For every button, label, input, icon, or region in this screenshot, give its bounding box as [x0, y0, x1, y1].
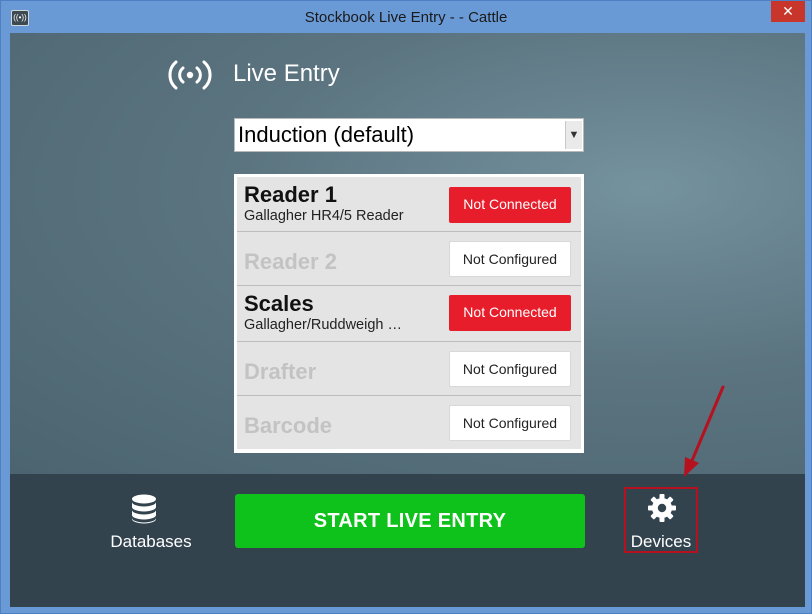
reader-2-status-button[interactable]: Not Configured — [449, 241, 571, 277]
title-bar: ((•)) Stockbook Live Entry - - Cattle ✕ — [1, 1, 811, 33]
page-title: Live Entry — [233, 60, 340, 87]
device-name: Drafter — [244, 359, 317, 384]
device-row-drafter: Drafter Not Configured — [237, 342, 581, 396]
start-live-entry-button[interactable]: START LIVE ENTRY — [235, 494, 585, 548]
device-row-reader-2: Reader 2 Not Configured — [237, 232, 581, 286]
databases-button[interactable]: Databases — [101, 532, 201, 552]
mode-select-value: Induction (default) — [238, 122, 415, 147]
broadcast-icon — [168, 60, 212, 90]
device-name: Barcode — [244, 413, 333, 438]
annotation-arrow-icon — [684, 385, 725, 477]
device-subtitle: Gallagher HR4/5 Reader — [244, 208, 404, 224]
device-row-barcode: Barcode Not Configured — [237, 396, 581, 449]
device-row-reader-1: Reader 1 Gallagher HR4/5 Reader Not Conn… — [237, 177, 581, 232]
device-list: Reader 1 Gallagher HR4/5 Reader Not Conn… — [234, 174, 584, 453]
chevron-down-icon[interactable]: ▼ — [565, 121, 582, 149]
annotation-highlight-box — [624, 487, 698, 553]
reader-1-status-button[interactable]: Not Connected — [449, 187, 571, 223]
device-name: Reader 2 — [244, 249, 337, 274]
app-window: ((•)) Stockbook Live Entry - - Cattle ✕ … — [0, 0, 812, 614]
device-subtitle: Gallagher/Ruddweigh … — [244, 317, 402, 333]
database-icon[interactable] — [131, 494, 157, 524]
window-title: Stockbook Live Entry - - Cattle — [304, 9, 508, 26]
scales-status-button[interactable]: Not Connected — [449, 295, 571, 331]
drafter-status-button[interactable]: Not Configured — [449, 351, 571, 387]
mode-select[interactable]: Induction (default) ▼ — [234, 118, 584, 152]
device-name: Scales — [244, 291, 314, 316]
device-row-scales: Scales Gallagher/Ruddweigh … Not Connect… — [237, 286, 581, 342]
device-name: Reader 1 — [244, 182, 337, 207]
close-button[interactable]: ✕ — [771, 1, 805, 22]
barcode-status-button[interactable]: Not Configured — [449, 405, 571, 441]
